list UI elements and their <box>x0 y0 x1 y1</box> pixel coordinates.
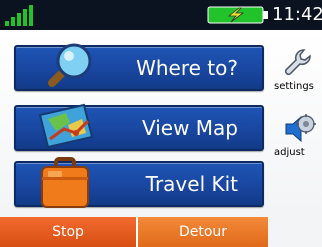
map-icon <box>38 103 94 149</box>
magnifier-icon <box>48 43 92 87</box>
stop-button[interactable]: Stop <box>0 217 137 247</box>
wrench-icon <box>284 49 311 76</box>
view-map-button[interactable]: View Map <box>14 103 264 151</box>
status-bar: 11:42a <box>0 0 322 30</box>
view-map-label: View Map <box>141 116 238 140</box>
clock-time: 11:42a <box>272 4 322 25</box>
travel-kit-button[interactable]: Travel Kit <box>14 157 264 208</box>
bottom-bar-filler <box>268 217 322 247</box>
adjust-label: adjust <box>274 147 305 158</box>
battery-charging-icon <box>207 6 268 24</box>
detour-button[interactable]: Detour <box>138 217 268 247</box>
speaker-adjust-icon <box>285 114 316 143</box>
adjust-button[interactable]: adjust <box>274 112 322 172</box>
settings-label: settings <box>274 81 314 92</box>
signal-strength-icon <box>5 5 33 26</box>
settings-button[interactable]: settings <box>274 46 322 106</box>
travel-kit-label: Travel Kit <box>145 172 238 196</box>
where-to-label: Where to? <box>136 56 238 80</box>
where-to-button[interactable]: Where to? <box>14 43 264 91</box>
suitcase-icon <box>41 157 89 208</box>
